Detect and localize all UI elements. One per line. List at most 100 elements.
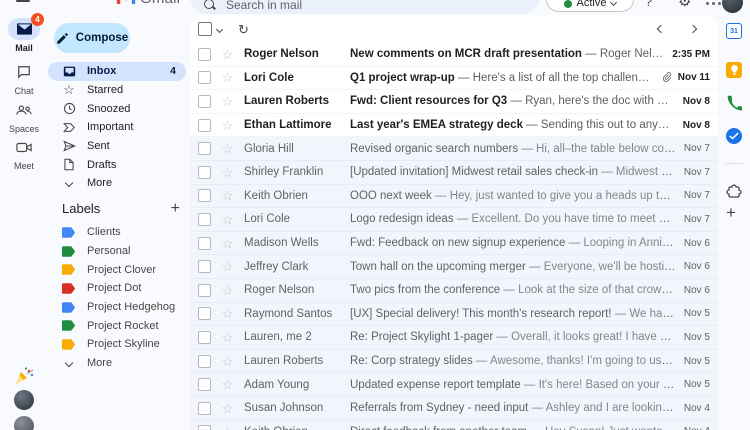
select-all-checkbox[interactable] — [198, 22, 212, 36]
email-row[interactable]: ☆ Shirley Franklin [Updated invitation] … — [190, 160, 718, 185]
star-icon[interactable]: ☆ — [220, 47, 235, 62]
rail-item-spaces[interactable]: Spaces — [0, 99, 48, 134]
addons-icon[interactable] — [726, 184, 742, 200]
star-icon[interactable]: ☆ — [220, 70, 235, 85]
help-button[interactable]: ? — [645, 0, 652, 9]
email-row[interactable]: ☆ Lauren Roberts Re: Corp strategy slide… — [190, 349, 718, 374]
sidebar-item-drafts[interactable]: Drafts — [48, 155, 186, 174]
email-subject-snippet: Town hall on the upcoming merger — Every… — [350, 260, 676, 273]
profile-avatar[interactable] — [722, 0, 743, 13]
sidebar-label-item[interactable]: Personal — [48, 242, 186, 261]
star-icon[interactable]: ☆ — [220, 236, 235, 251]
sidebar-label-item[interactable]: Project Hedgehog — [48, 298, 186, 317]
sidebar-item-more[interactable]: More — [48, 174, 186, 193]
row-checkbox[interactable] — [198, 47, 211, 61]
row-checkbox[interactable] — [198, 425, 211, 430]
row-checkbox[interactable] — [198, 189, 211, 203]
star-icon[interactable]: ☆ — [220, 401, 235, 416]
sidebar-item-inbox[interactable]: Inbox 4 — [48, 62, 186, 81]
clock-icon — [62, 102, 76, 116]
rail-label-spaces: Spaces — [8, 124, 40, 134]
row-checkbox[interactable] — [198, 142, 211, 156]
rail-item-chat[interactable]: Chat — [0, 61, 48, 96]
select-dropdown-caret-icon[interactable] — [215, 25, 224, 33]
google-apps-grid-button[interactable] — [706, 2, 721, 5]
sidebar-label-item[interactable]: Clients — [48, 223, 186, 242]
keep-icon[interactable] — [726, 62, 742, 78]
newer-page-button[interactable] — [656, 24, 666, 34]
phone-contact-icon[interactable] — [726, 95, 743, 111]
row-checkbox[interactable] — [198, 354, 211, 368]
star-icon[interactable]: ☆ — [220, 165, 235, 180]
email-row[interactable]: ☆ Jeffrey Clark Town hall on the upcomin… — [190, 255, 718, 279]
sidebar-item-important[interactable]: Important — [48, 118, 186, 137]
email-sender: Lauren, me 2 — [244, 331, 312, 344]
sidebar-item-starred[interactable]: ☆ Starred — [48, 81, 186, 100]
row-checkbox[interactable] — [198, 283, 211, 297]
status-chip[interactable]: Active — [546, 0, 634, 12]
sidebar-label-item[interactable]: Project Rocket — [48, 316, 186, 335]
older-page-button[interactable] — [688, 24, 698, 34]
row-checkbox[interactable] — [198, 378, 211, 392]
email-row[interactable]: ☆ Keith Obrien OOO next week — Hey, just… — [190, 184, 718, 209]
email-row[interactable]: ☆ Madison Wells Fwd: Feedback on new sig… — [190, 231, 718, 256]
rail-item-meet[interactable]: Meet — [0, 136, 48, 171]
chat-avatar[interactable] — [14, 390, 34, 410]
party-popper-icon[interactable] — [13, 366, 35, 386]
settings-gear-button[interactable]: ⚙ — [678, 0, 691, 10]
sidebar-label-item[interactable]: Project Dot — [48, 279, 186, 298]
email-row[interactable]: ☆ Gloria Hill Revised organic search num… — [190, 137, 718, 161]
sidebar-item-snoozed[interactable]: Snoozed — [48, 99, 186, 118]
email-subject-snippet: Revised organic search numbers — Hi, all… — [350, 142, 676, 155]
get-addons-plus-button[interactable]: + — [726, 204, 736, 221]
row-checkbox[interactable] — [198, 260, 211, 274]
star-icon[interactable]: ☆ — [220, 141, 235, 156]
row-checkbox[interactable] — [198, 307, 211, 321]
row-checkbox[interactable] — [198, 236, 211, 250]
row-checkbox[interactable] — [198, 118, 211, 132]
email-row[interactable]: ☆ Keith Obrien Direct feedback from anot… — [190, 420, 718, 430]
email-date: Nov 6 — [683, 284, 710, 296]
star-icon[interactable]: ☆ — [220, 94, 235, 109]
email-sender: Adam Young — [244, 378, 310, 391]
sidebar-labels-more[interactable]: More — [48, 354, 186, 373]
email-row[interactable]: ☆ Ethan Lattimore Last year's EMEA strat… — [190, 114, 718, 138]
email-date: Nov 7 — [683, 166, 710, 178]
row-checkbox[interactable] — [198, 330, 211, 344]
star-icon[interactable]: ☆ — [220, 259, 235, 274]
star-icon[interactable]: ☆ — [220, 188, 235, 203]
calendar-icon[interactable]: 31 — [726, 23, 742, 39]
star-icon[interactable]: ☆ — [220, 377, 235, 392]
row-checkbox[interactable] — [198, 401, 211, 415]
email-row[interactable]: ☆ Lauren Roberts Fwd: Client resources f… — [190, 90, 718, 114]
sidebar-label-item[interactable]: Project Clover — [48, 260, 186, 279]
search-input[interactable]: Search in mail — [190, 0, 540, 14]
rail-item-mail[interactable]: 4 Mail — [0, 13, 48, 53]
star-icon[interactable]: ☆ — [220, 283, 235, 298]
star-icon[interactable]: ☆ — [220, 212, 235, 227]
email-row[interactable]: ☆ Lori Cole Logo redesign ideas — Excell… — [190, 208, 718, 232]
row-checkbox[interactable] — [198, 165, 211, 179]
email-row[interactable]: ☆ Lori Cole Q1 project wrap-up — Here's … — [190, 67, 718, 91]
email-row[interactable]: ☆ Adam Young Updated expense report temp… — [190, 373, 718, 397]
sidebar-item-sent[interactable]: Sent — [48, 137, 186, 156]
star-icon[interactable]: ☆ — [220, 306, 235, 321]
email-row[interactable]: ☆ Susan Johnson Referrals from Sydney - … — [190, 396, 718, 421]
row-checkbox[interactable] — [198, 212, 211, 226]
create-label-button[interactable]: + — [171, 200, 180, 216]
email-row[interactable]: ☆ Roger Nelson Two pics from the confere… — [190, 278, 718, 303]
email-row[interactable]: ☆ Roger Nelson New comments on MCR draft… — [190, 43, 718, 67]
star-icon[interactable]: ☆ — [220, 330, 235, 345]
email-row[interactable]: ☆ Lauren, me 2 Re: Project Skylight 1-pa… — [190, 326, 718, 350]
row-checkbox[interactable] — [198, 94, 211, 108]
star-icon[interactable]: ☆ — [220, 118, 235, 133]
star-icon[interactable]: ☆ — [220, 354, 235, 369]
sidebar-label-item[interactable]: Project Skyline — [48, 335, 186, 354]
compose-button[interactable]: Compose — [54, 23, 130, 53]
refresh-button[interactable]: ↻ — [238, 23, 249, 36]
row-checkbox[interactable] — [198, 71, 211, 85]
tasks-icon[interactable] — [726, 128, 742, 144]
email-row[interactable]: ☆ Raymond Santos [UX] Special delivery! … — [190, 302, 718, 327]
star-icon[interactable]: ☆ — [220, 424, 235, 430]
chat-avatar[interactable] — [14, 416, 34, 430]
